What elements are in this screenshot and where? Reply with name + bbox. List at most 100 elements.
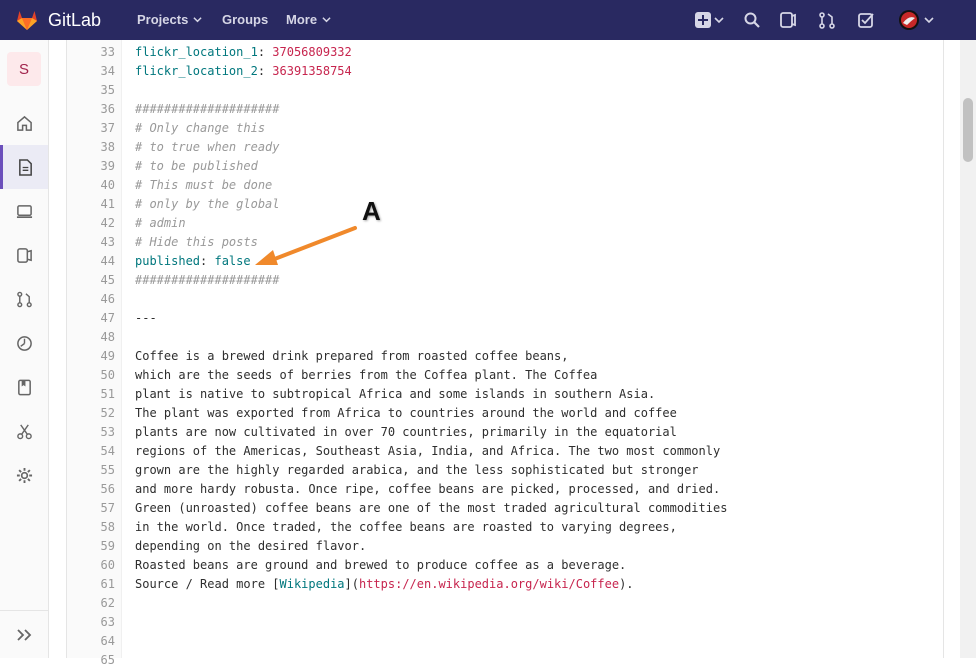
nav-projects-label: Projects [137,12,189,27]
project-avatar[interactable]: S [7,52,41,86]
nav-groups[interactable]: Groups [222,12,268,27]
issues-icon [16,247,32,263]
settings-icon [16,467,32,483]
sidebar-item-issues[interactable] [0,233,48,277]
code-token: flickr_location_2 [135,64,258,78]
line-number[interactable]: 38 [67,138,115,157]
line-number[interactable]: 60 [67,556,115,575]
scrollbar-thumb[interactable] [963,98,973,162]
chevron-down-icon[interactable] [714,11,724,29]
wiki-icon [17,379,31,395]
user-avatar-icon[interactable] [898,9,920,31]
code-token: flickr_location_1 [135,45,258,59]
line-number[interactable]: 40 [67,176,115,195]
code-token: # Only change this [135,121,266,135]
code-line: which are the seeds of berries from the … [135,366,597,385]
code-token: # only by the global [135,197,280,211]
brand-name: GitLab [48,9,102,30]
line-number[interactable]: 62 [67,594,115,613]
operations-icon [16,335,32,351]
line-number[interactable]: 33 [67,43,115,62]
line-number[interactable]: 57 [67,499,115,518]
code-token: # to true when ready [135,140,280,154]
line-number[interactable]: 56 [67,480,115,499]
code-token: The plant was exported from Africa to co… [135,406,677,420]
line-number[interactable]: 50 [67,366,115,385]
snippets-icon [16,423,32,439]
plus-square-icon[interactable] [694,11,712,29]
line-number[interactable]: 51 [67,385,115,404]
line-number[interactable]: 46 [67,290,115,309]
line-number[interactable]: 59 [67,537,115,556]
line-number[interactable]: 55 [67,461,115,480]
code-token: # to be published [135,159,258,173]
code-line: depending on the desired flavor. [135,537,366,556]
line-number[interactable]: 41 [67,195,115,214]
merge-request-icon[interactable] [818,11,836,29]
sidebar-item-operations[interactable] [0,321,48,365]
code-token: Roasted beans are ground and brewed to p… [135,558,627,572]
sidebar-item-snippets[interactable] [0,409,48,453]
line-number[interactable]: 43 [67,233,115,252]
code-line: flickr_location_1: 37056809332 [135,43,352,62]
line-number[interactable]: 36 [67,100,115,119]
line-number[interactable]: 49 [67,347,115,366]
code-token: depending on the desired flavor. [135,539,367,553]
line-number[interactable]: 34 [67,62,115,81]
line-number[interactable]: 53 [67,423,115,442]
code-token: and more hardy robusta. Once ripe, coffe… [135,482,721,496]
code-token: 36391358754 [272,64,352,78]
chevron-down-icon[interactable] [924,11,934,29]
code-token: published [135,254,201,268]
chevron-down-icon [322,17,331,23]
code-token: ]( [344,577,359,591]
line-number[interactable]: 58 [67,518,115,537]
sidebar-item-repository[interactable] [0,145,48,189]
top-navbar: GitLab Projects Groups More [0,0,976,40]
line-number[interactable]: 39 [67,157,115,176]
code-line: # admin [135,214,186,233]
issues-icon[interactable] [779,11,797,29]
home-icon [16,115,32,131]
line-number[interactable]: 52 [67,404,115,423]
line-number[interactable]: 44 [67,252,115,271]
chevron-down-icon [193,17,202,23]
code-line: #################### [135,100,280,119]
code-token: Green (unroasted) coffee beans are one o… [135,501,728,515]
code-line: # This must be done [135,176,272,195]
nav-projects[interactable]: Projects [137,12,202,27]
sidebar-item-settings[interactable] [0,453,48,497]
search-icon[interactable] [743,11,761,29]
line-number[interactable]: 45 [67,271,115,290]
line-number[interactable]: 64 [67,632,115,651]
line-number[interactable]: 37 [67,119,115,138]
line-number[interactable]: 65 [67,651,115,670]
code-token: 37056809332 [272,45,352,59]
line-number[interactable]: 47 [67,309,115,328]
line-number[interactable]: 42 [67,214,115,233]
code-line: Coffee is a brewed drink prepared from r… [135,347,568,366]
gitlab-logo[interactable]: GitLab [15,8,101,32]
code-token: #################### [135,102,280,116]
sidebar-item-wiki[interactable] [0,365,48,409]
code-line: Roasted beans are ground and brewed to p… [135,556,626,575]
sidebar-item-merge-requests[interactable] [0,277,48,321]
code-line: --- [135,309,157,328]
code-line: Source / Read more [Wikipedia](https://e… [135,575,634,594]
line-number[interactable]: 63 [67,613,115,632]
sidebar-item-home[interactable] [0,101,48,145]
code-line: published: false [135,252,251,271]
sidebar-item-ci[interactable] [0,189,48,233]
todo-check-icon[interactable] [857,11,875,29]
code-token: regions of the Americas, Southeast Asia,… [135,444,721,458]
double-chevron-right-icon [17,628,32,641]
line-number[interactable]: 35 [67,81,115,100]
collapse-sidebar-button[interactable] [0,610,48,658]
line-number[interactable]: 61 [67,575,115,594]
line-number[interactable]: 48 [67,328,115,347]
code-token: ). [619,577,634,591]
project-sidebar: S [0,40,49,658]
nav-more[interactable]: More [286,12,331,27]
code-token: #################### [135,273,280,287]
line-number[interactable]: 54 [67,442,115,461]
